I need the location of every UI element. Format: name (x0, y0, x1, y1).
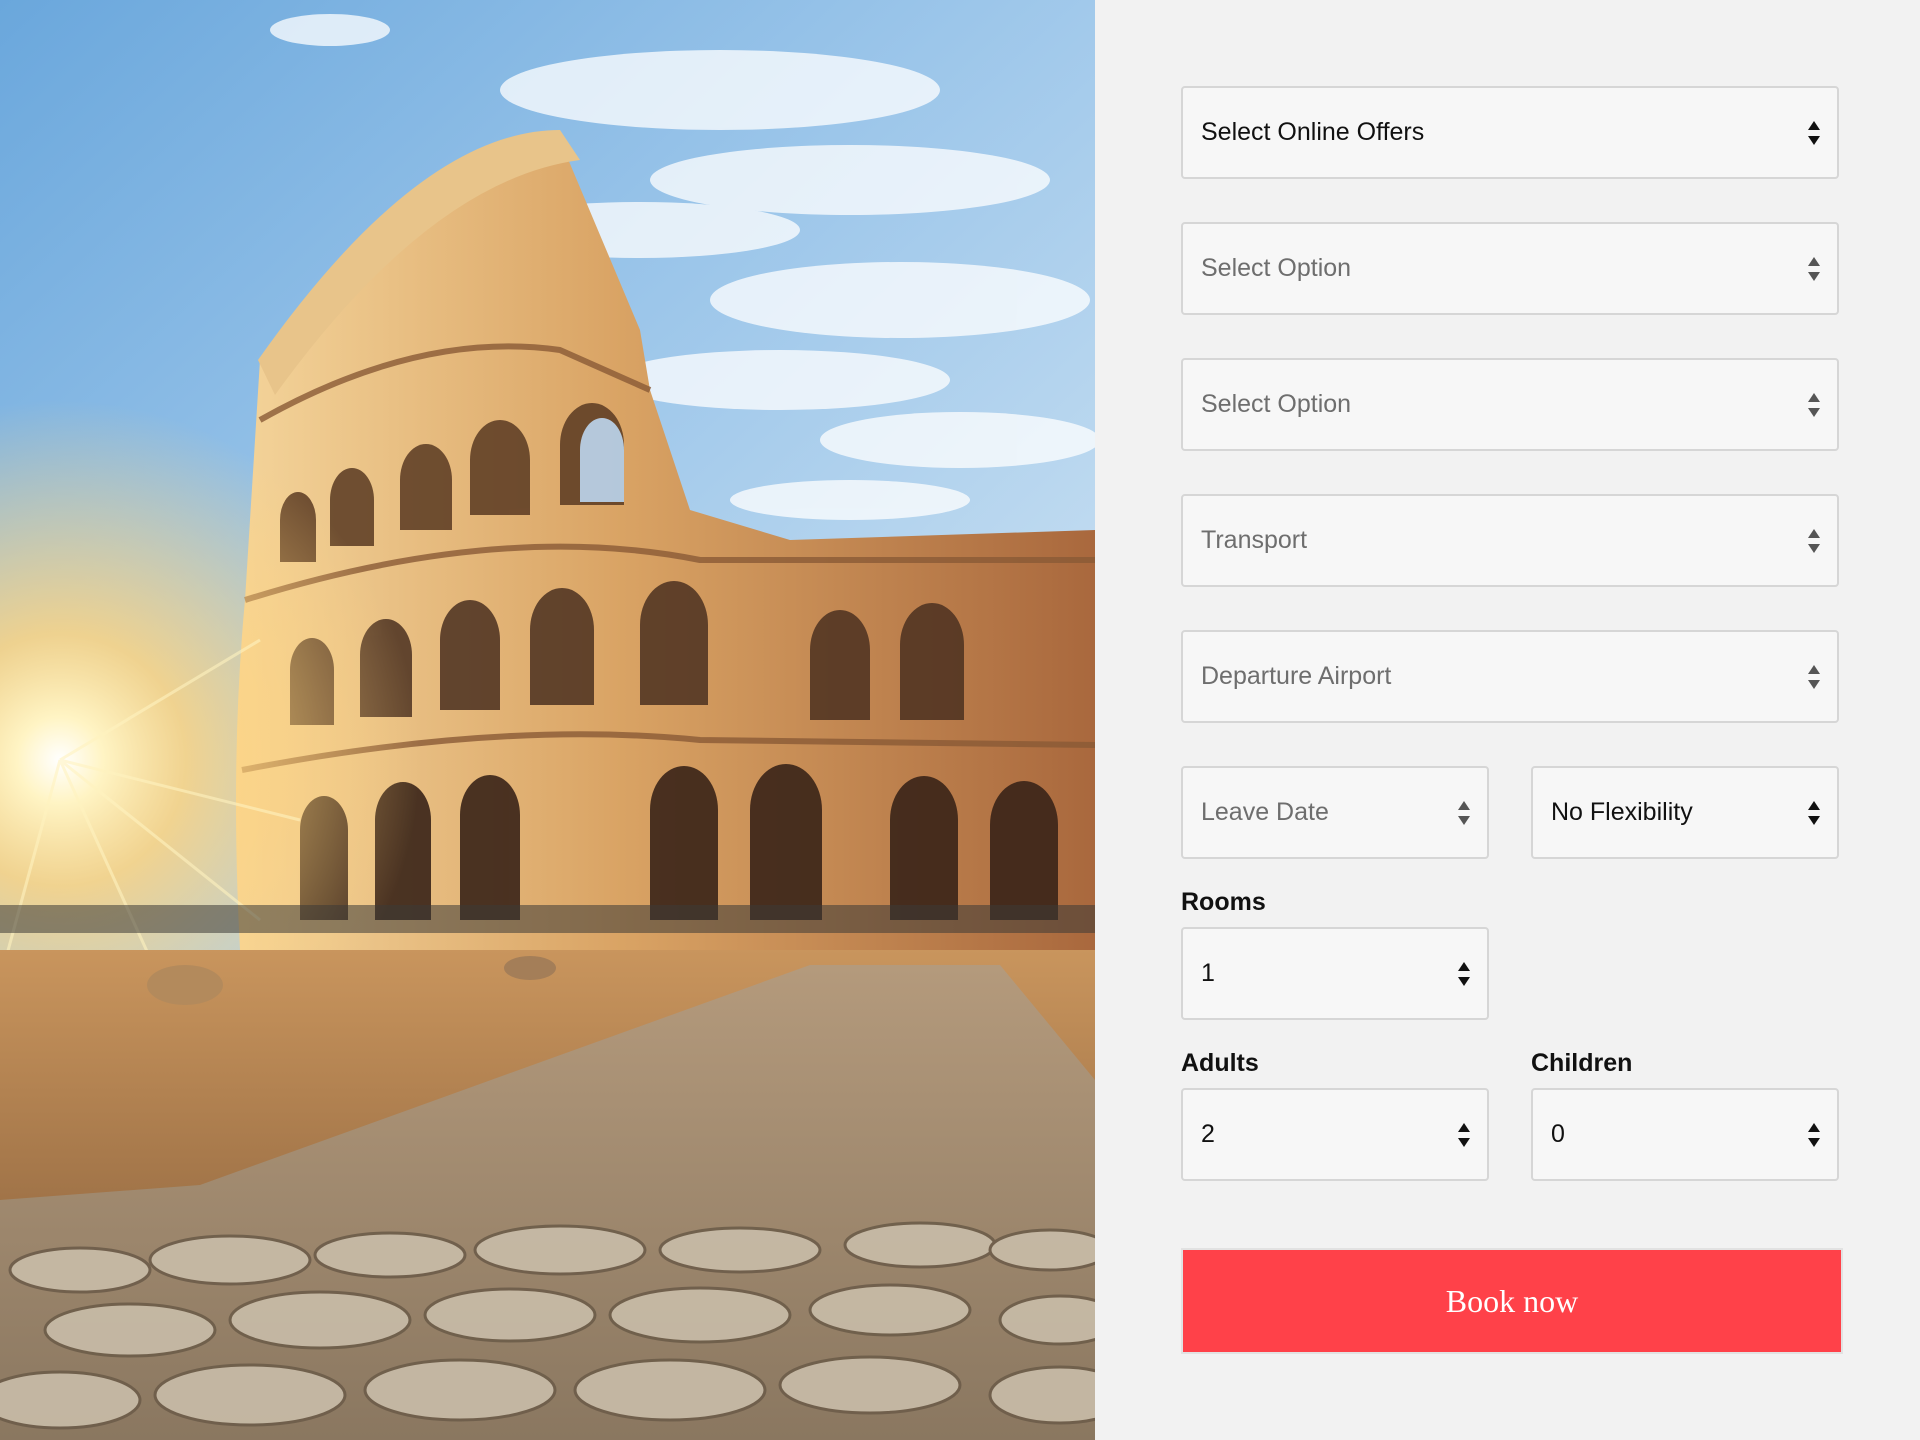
up-down-arrows-icon (1808, 664, 1820, 689)
rooms-field: Rooms 1 (1181, 887, 1489, 1048)
up-down-arrows-icon (1808, 800, 1820, 825)
up-down-arrows-icon (1808, 528, 1820, 553)
colosseum-hero-image (0, 0, 1095, 1440)
guests-row: Adults 2 Children 0 (1181, 1048, 1839, 1209)
adults-select[interactable]: 2 (1181, 1088, 1489, 1181)
online-offers-value: Select Online Offers (1201, 118, 1425, 146)
option-one-select[interactable]: Select Option (1181, 222, 1839, 315)
children-field: Children 0 (1531, 1048, 1839, 1209)
option-one-placeholder: Select Option (1201, 254, 1352, 282)
leave-date-placeholder: Leave Date (1201, 798, 1329, 826)
up-down-arrows-icon (1808, 120, 1820, 145)
date-row: Leave Date No Flexibility (1181, 766, 1839, 887)
rooms-value: 1 (1201, 959, 1215, 987)
rooms-select[interactable]: 1 (1181, 927, 1489, 1020)
adults-label: Adults (1181, 1049, 1259, 1077)
rooms-label: Rooms (1181, 888, 1266, 916)
children-select[interactable]: 0 (1531, 1088, 1839, 1181)
children-label: Children (1531, 1049, 1633, 1077)
adults-value: 2 (1201, 1120, 1215, 1148)
rooms-row: Rooms 1 (1181, 887, 1839, 1048)
option-two-select[interactable]: Select Option (1181, 358, 1839, 451)
children-value: 0 (1551, 1120, 1565, 1148)
option-two-placeholder: Select Option (1201, 390, 1352, 418)
online-offers-select[interactable]: Select Online Offers (1181, 86, 1839, 179)
up-down-arrows-icon (1458, 961, 1470, 986)
departure-airport-select[interactable]: Departure Airport (1181, 630, 1839, 723)
flexibility-select[interactable]: No Flexibility (1531, 766, 1839, 859)
flexibility-value: No Flexibility (1551, 798, 1693, 826)
up-down-arrows-icon (1458, 1122, 1470, 1147)
up-down-arrows-icon (1808, 392, 1820, 417)
book-now-button[interactable]: Book now (1181, 1248, 1843, 1354)
departure-airport-placeholder: Departure Airport (1201, 662, 1392, 690)
booking-form: Select Online Offers Select Option Selec… (1181, 86, 1843, 1209)
up-down-arrows-icon (1808, 1122, 1820, 1147)
booking-form-panel: Select Online Offers Select Option Selec… (1095, 0, 1920, 1440)
transport-placeholder: Transport (1201, 526, 1308, 554)
up-down-arrows-icon (1458, 800, 1470, 825)
adults-field: Adults 2 (1181, 1048, 1489, 1209)
transport-select[interactable]: Transport (1181, 494, 1839, 587)
booking-page: Select Online Offers Select Option Selec… (0, 0, 1920, 1440)
up-down-arrows-icon (1808, 256, 1820, 281)
leave-date-select[interactable]: Leave Date (1181, 766, 1489, 859)
